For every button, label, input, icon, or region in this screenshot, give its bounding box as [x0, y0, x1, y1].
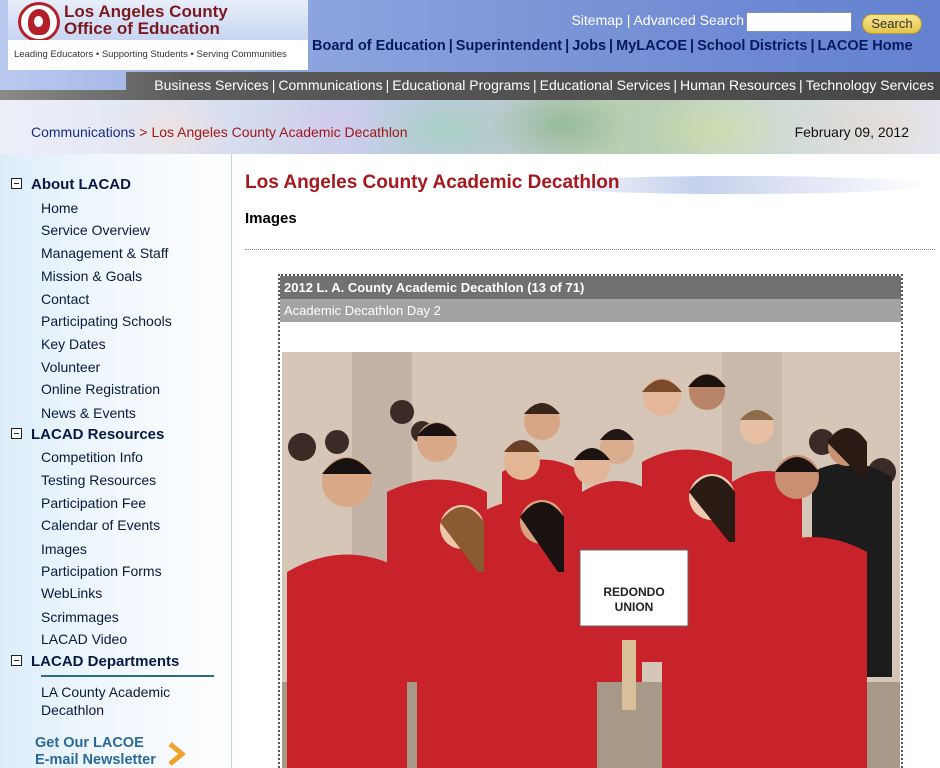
image-gallery: 2012 L. A. County Academic Decathlon (13…: [278, 274, 903, 768]
nav-educational-services[interactable]: Educational Services: [540, 77, 671, 93]
sidebar-item-management-staff[interactable]: Management & Staff: [41, 245, 168, 261]
collapse-icon[interactable]: [11, 178, 22, 189]
collapse-icon[interactable]: [11, 428, 22, 439]
nav-separator: |: [532, 77, 537, 93]
sidebar-item-mission-goals[interactable]: Mission & Goals: [41, 268, 142, 284]
gallery-title: 2012 L. A. County Academic Decathlon (13…: [280, 276, 901, 299]
newsletter-signup-link[interactable]: Get Our LACOE E-mail Newsletter: [35, 735, 156, 768]
sidebar-item-calendar-of-events[interactable]: Calendar of Events: [41, 517, 160, 533]
nav-lacoe-home[interactable]: LACOE Home: [818, 38, 913, 54]
nav-educational-programs[interactable]: Educational Programs: [392, 77, 530, 93]
sidebar-item-testing-resources[interactable]: Testing Resources: [41, 472, 156, 488]
team-sign-line2: UNION: [615, 600, 654, 614]
sidebar-item-service-overview[interactable]: Service Overview: [41, 222, 150, 238]
page-title: Los Angeles County Academic Decathlon: [245, 172, 620, 193]
breadcrumb-separator: >: [139, 124, 148, 140]
nav-separator: |: [798, 77, 803, 93]
lacoe-seal-icon: [18, 2, 60, 42]
sidebar-item-lacad-video[interactable]: LACAD Video: [41, 631, 127, 647]
sidebar-item-news-events[interactable]: News & Events: [41, 405, 136, 421]
sidebar-item-competition-info[interactable]: Competition Info: [41, 449, 143, 465]
team-sign-line1: REDONDO: [603, 585, 664, 599]
sidebar-item-online-registration[interactable]: Online Registration: [41, 381, 160, 397]
sidebar-item-contact[interactable]: Contact: [41, 291, 89, 307]
sidebar-section-lacad-resources[interactable]: LACAD Resources: [11, 426, 164, 443]
sidebar-item-participation-fee[interactable]: Participation Fee: [41, 495, 146, 511]
nav-communications[interactable]: Communications: [278, 77, 382, 93]
advanced-search-link[interactable]: Advanced Search: [633, 12, 744, 28]
nav-separator: |: [448, 38, 453, 54]
sidebar-item-la-county-academic-decathlon[interactable]: LA County Academic Decathlon: [41, 683, 191, 719]
section-heading: Images: [245, 210, 297, 227]
nav-school-districts[interactable]: School Districts: [697, 38, 807, 54]
nav-separator: |: [810, 38, 815, 54]
nav-jobs[interactable]: Jobs: [572, 38, 606, 54]
sidebar-item-participation-forms[interactable]: Participation Forms: [41, 563, 162, 579]
sidebar-item-key-dates[interactable]: Key Dates: [41, 336, 106, 352]
breadcrumb-current: Los Angeles County Academic Decathlon: [151, 124, 408, 140]
collapse-icon[interactable]: [11, 655, 22, 666]
nav-separator: |: [565, 38, 570, 54]
photo-banner: Communications > Los Angeles County Academ…: [0, 100, 940, 154]
divider: [245, 249, 935, 250]
utility-links: Sitemap | Advanced Search: [571, 12, 744, 28]
nav-separator: |: [673, 77, 678, 93]
nav-separator: |: [690, 38, 695, 54]
tagline: Leading Educators • Supporting Students …: [8, 40, 308, 70]
team-photo-illustration: REDONDO UNION: [282, 352, 900, 768]
breadcrumb-communications[interactable]: Communications: [31, 124, 135, 140]
primary-nav: Board of Education | Superintendent | Jobs | M…: [312, 37, 932, 55]
sidebar-item-volunteer[interactable]: Volunteer: [41, 359, 100, 375]
nav-separator: |: [609, 38, 614, 54]
sidebar-item-home[interactable]: Home: [41, 200, 78, 216]
nav-separator: |: [385, 77, 390, 93]
gallery-caption: Academic Decathlon Day 2: [280, 299, 901, 322]
util-separator: |: [626, 12, 631, 28]
nav-technology-services[interactable]: Technology Services: [806, 77, 934, 93]
sidebar-item-images[interactable]: Images: [41, 541, 87, 557]
org-name: Los Angeles County Office of Education: [64, 2, 228, 38]
nav-separator: |: [271, 77, 276, 93]
section-divider: [41, 675, 214, 677]
sidebar-item-weblinks[interactable]: WebLinks: [41, 585, 102, 601]
lacoe-logo[interactable]: Los Angeles County Office of Education L…: [8, 0, 308, 70]
page-date: February 09, 2012: [794, 124, 909, 140]
breadcrumb: Communications > Los Angeles County Academ…: [31, 124, 408, 140]
search-input[interactable]: [746, 12, 852, 32]
search-button[interactable]: Search: [862, 14, 922, 34]
nav-mylacoe[interactable]: MyLACOE: [616, 38, 687, 54]
nav-board-of-education[interactable]: Board of Education: [312, 38, 446, 54]
sitemap-link[interactable]: Sitemap: [571, 12, 622, 28]
gallery-photo[interactable]: REDONDO UNION: [282, 352, 900, 768]
sidebar-section-about-lacad[interactable]: About LACAD: [11, 176, 131, 193]
secondary-nav: Business Services | Communications | Educati…: [154, 77, 934, 93]
nav-business-services[interactable]: Business Services: [154, 77, 268, 93]
sidebar-section-lacad-departments[interactable]: LACAD Departments: [11, 653, 179, 670]
nav-human-resources[interactable]: Human Resources: [680, 77, 796, 93]
nav-superintendent[interactable]: Superintendent: [456, 38, 562, 54]
sidebar-item-scrimmages[interactable]: Scrimmages: [41, 609, 119, 625]
sidebar-item-participating-schools[interactable]: Participating Schools: [41, 313, 172, 329]
chevron-right-icon[interactable]: [164, 742, 188, 766]
